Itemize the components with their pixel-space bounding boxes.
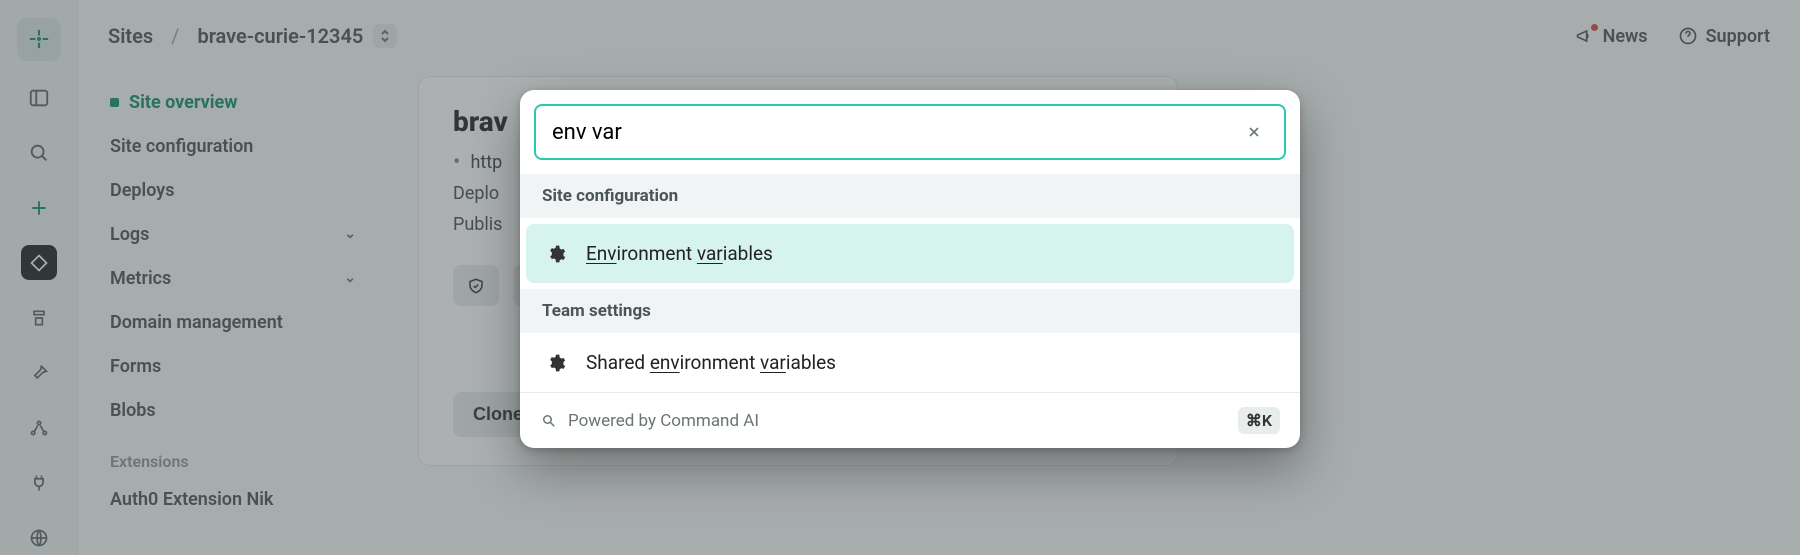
clear-icon[interactable] [1240,118,1268,146]
palette-footer: Powered by Command AI ⌘K [520,392,1300,448]
app-root: Sites / brave-curie-12345 News [0,0,1800,555]
palette-result-label: Environment variables [586,242,773,265]
palette-footer-label: Powered by Command AI [568,411,759,431]
palette-result-env-vars[interactable]: Environment variables [526,224,1294,283]
palette-result-shared-env-vars[interactable]: Shared environment variables [520,333,1300,392]
palette-search-input[interactable] [552,120,1240,145]
palette-result-label: Shared environment variables [586,351,836,374]
palette-group-team-settings: Team settings [520,289,1300,333]
palette-search[interactable] [534,104,1286,160]
gear-icon [546,353,566,373]
sparkle-icon [540,412,558,430]
command-palette: Site configuration Environment variables… [520,90,1300,448]
palette-group-site-config: Site configuration [520,174,1300,218]
gear-icon [546,244,566,264]
palette-shortcut: ⌘K [1238,407,1280,434]
